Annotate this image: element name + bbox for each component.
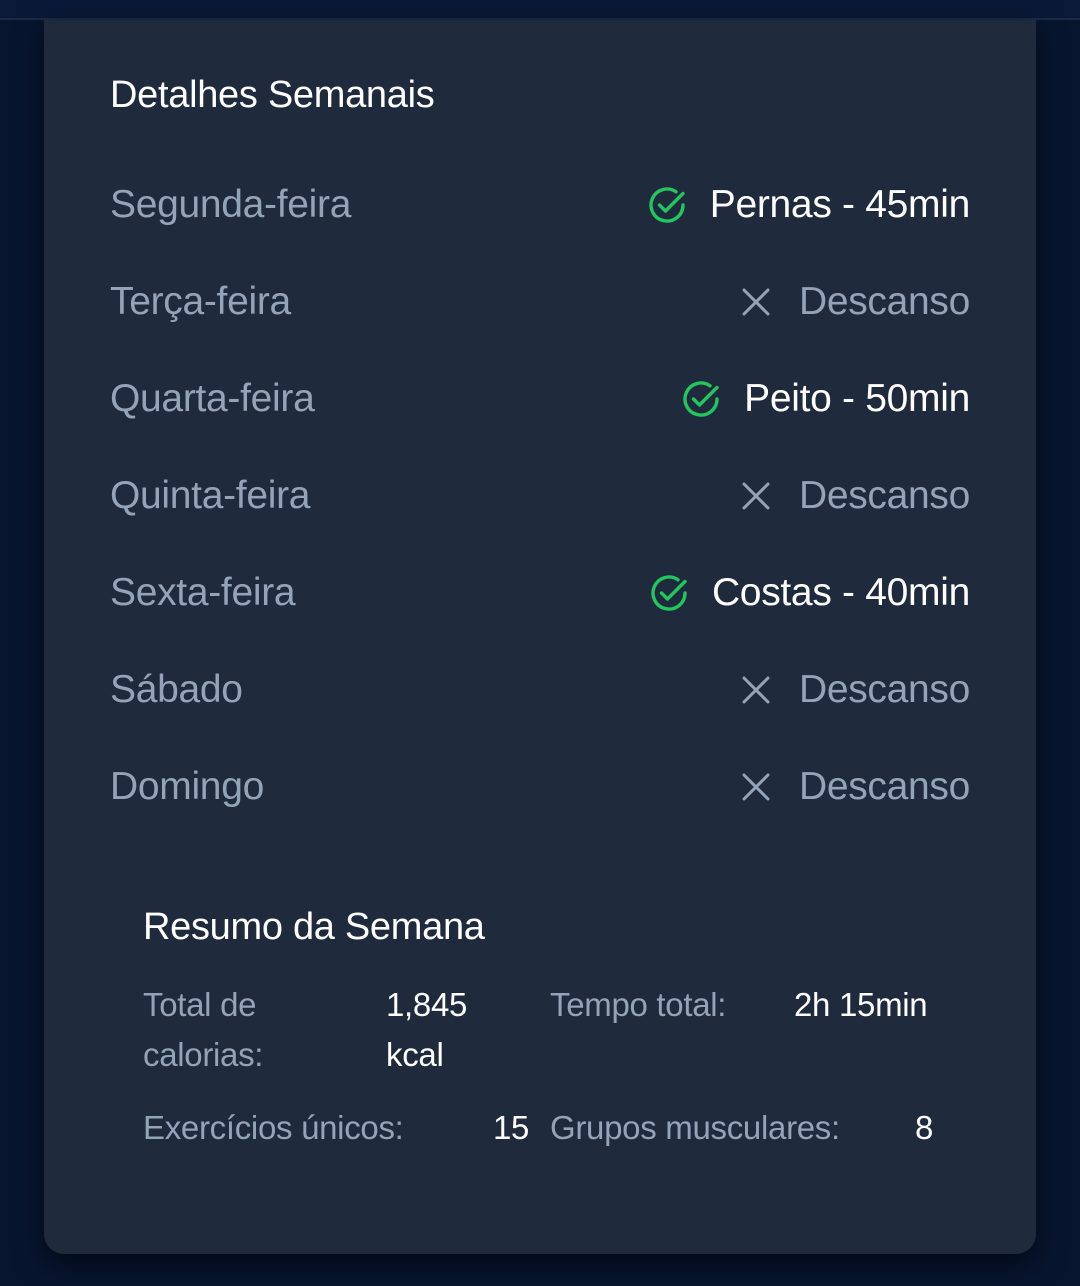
day-status: Descanso (735, 765, 970, 809)
summary-title: Resumo da Semana (143, 906, 485, 948)
day-name: Segunda-feira (110, 182, 352, 226)
exercises-value: 15 (493, 1109, 530, 1146)
day-status: Pernas - 45min (646, 183, 970, 227)
time-label: Tempo total: (550, 986, 727, 1023)
check-circle-icon (648, 572, 690, 614)
card-title: Detalhes Semanais (110, 74, 435, 116)
calories-label: Total de calorias: (143, 986, 264, 1073)
day-name: Domingo (110, 764, 264, 808)
top-bar (0, 0, 1080, 20)
day-name: Quarta-feira (110, 376, 315, 420)
day-status: Descanso (735, 668, 970, 712)
x-icon (735, 766, 777, 808)
day-name: Sábado (110, 667, 243, 711)
workout-label: Costas - 40min (711, 570, 970, 614)
exercises-label: Exercícios únicos: (143, 1109, 404, 1146)
calories-value: 1,845 kcal (386, 986, 468, 1073)
rest-label: Descanso (798, 279, 970, 323)
day-status: Peito - 50min (680, 377, 970, 421)
day-row: Quarta-feira Peito - 50min (110, 350, 970, 447)
day-status: Descanso (735, 280, 970, 324)
day-status: Descanso (735, 474, 970, 518)
x-icon (735, 281, 777, 323)
x-icon (735, 475, 777, 517)
day-row: Quinta-feira Descanso (110, 447, 970, 544)
day-row: Sexta-feira Costas - 40min (110, 544, 970, 641)
muscles-value: 8 (915, 1109, 934, 1146)
rest-label: Descanso (798, 473, 970, 517)
workout-label: Pernas - 45min (709, 182, 971, 226)
day-name: Sexta-feira (110, 570, 296, 614)
rest-label: Descanso (798, 764, 970, 808)
day-name: Quinta-feira (110, 473, 311, 517)
day-row: Domingo Descanso (110, 738, 970, 835)
check-circle-icon (646, 184, 688, 226)
day-row: Terça-feira Descanso (110, 253, 970, 350)
rest-label: Descanso (798, 667, 970, 711)
day-name: Terça-feira (110, 279, 291, 323)
muscles-label: Grupos musculares: (550, 1109, 840, 1146)
day-row: Sábado Descanso (110, 641, 970, 738)
x-icon (735, 669, 777, 711)
workout-label: Peito - 50min (744, 376, 970, 420)
day-row: Segunda-feira Pernas - 45min (110, 156, 970, 253)
check-circle-icon (680, 378, 722, 420)
day-status: Costas - 40min (648, 571, 970, 615)
time-value: 2h 15min (794, 986, 928, 1023)
day-list: Segunda-feira Pernas - 45min Terça-feira… (110, 156, 970, 835)
weekly-details-card: Detalhes Semanais Segunda-feira Pernas -… (44, 20, 1036, 1254)
